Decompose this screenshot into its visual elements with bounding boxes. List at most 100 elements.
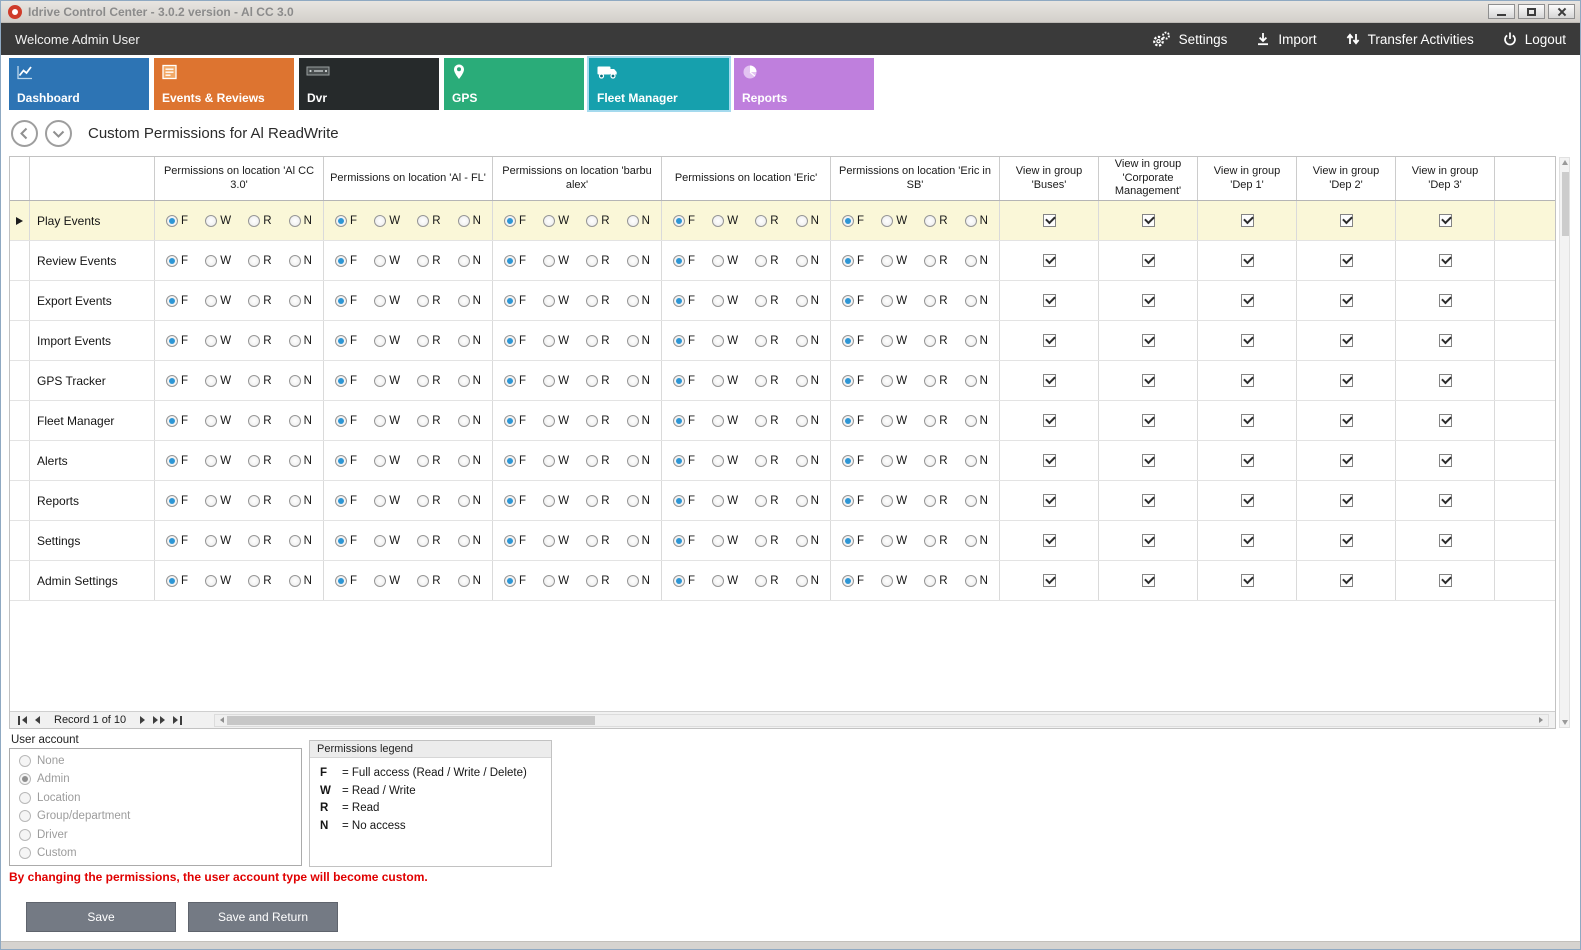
radio-option-f[interactable]: F	[166, 335, 188, 347]
checkbox-checked-icon[interactable]	[1340, 454, 1353, 467]
checkbox-checked-icon[interactable]	[1439, 534, 1452, 547]
checkbox-checked-icon[interactable]	[1043, 294, 1056, 307]
radio-option-n[interactable]: N	[458, 335, 481, 347]
radio-option-w[interactable]: W	[543, 535, 569, 547]
pager-first-button[interactable]	[14, 716, 31, 725]
checkbox-checked-icon[interactable]	[1142, 294, 1155, 307]
radio-option-r[interactable]: R	[924, 575, 947, 587]
radio-option-w[interactable]: W	[712, 495, 738, 507]
radio-option-f[interactable]: F	[673, 215, 695, 227]
radio-option-f[interactable]: F	[166, 295, 188, 307]
radio-option-f[interactable]: F	[166, 375, 188, 387]
radio-option-f[interactable]: F	[166, 415, 188, 427]
checkbox-checked-icon[interactable]	[1142, 454, 1155, 467]
maximize-button[interactable]	[1518, 4, 1545, 19]
radio-option-w[interactable]: W	[205, 415, 231, 427]
grid-row-admin-settings[interactable]: Admin SettingsFWRNFWRNFWRNFWRNFWRN	[10, 561, 1555, 601]
radio-option-n[interactable]: N	[965, 495, 988, 507]
radio-option-n[interactable]: N	[796, 455, 819, 467]
radio-option-n[interactable]: N	[796, 335, 819, 347]
radio-option-r[interactable]: R	[417, 375, 440, 387]
radio-option-n[interactable]: N	[796, 255, 819, 267]
radio-option-f[interactable]: F	[504, 455, 526, 467]
radio-option-w[interactable]: W	[374, 255, 400, 267]
checkbox-checked-icon[interactable]	[1043, 534, 1056, 547]
radio-option-n[interactable]: N	[627, 255, 650, 267]
radio-option-n[interactable]: N	[965, 215, 988, 227]
pager-prev-button[interactable]	[31, 716, 44, 724]
checkbox-checked-icon[interactable]	[1043, 494, 1056, 507]
down-button[interactable]	[45, 120, 72, 147]
checkbox-checked-icon[interactable]	[1241, 574, 1254, 587]
radio-option-f[interactable]: F	[504, 535, 526, 547]
radio-option-f[interactable]: F	[166, 455, 188, 467]
radio-option-n[interactable]: N	[458, 375, 481, 387]
user-account-option-driver[interactable]: Driver	[19, 829, 292, 841]
topbar-action-settings[interactable]: Settings	[1151, 31, 1228, 48]
radio-option-n[interactable]: N	[458, 415, 481, 427]
checkbox-checked-icon[interactable]	[1142, 494, 1155, 507]
radio-option-n[interactable]: N	[965, 415, 988, 427]
radio-option-r[interactable]: R	[924, 535, 947, 547]
vertical-scrollbar[interactable]	[1559, 157, 1570, 728]
radio-option-n[interactable]: N	[796, 415, 819, 427]
checkbox-checked-icon[interactable]	[1340, 254, 1353, 267]
radio-option-f[interactable]: F	[673, 375, 695, 387]
radio-option-n[interactable]: N	[289, 415, 312, 427]
radio-option-n[interactable]: N	[289, 295, 312, 307]
radio-option-w[interactable]: W	[881, 335, 907, 347]
radio-option-f[interactable]: F	[673, 255, 695, 267]
radio-option-f[interactable]: F	[504, 215, 526, 227]
radio-option-r[interactable]: R	[586, 575, 609, 587]
checkbox-checked-icon[interactable]	[1241, 374, 1254, 387]
radio-option-r[interactable]: R	[924, 295, 947, 307]
hscroll-thumb[interactable]	[227, 716, 595, 725]
radio-option-w[interactable]: W	[205, 375, 231, 387]
radio-option-r[interactable]: R	[417, 215, 440, 227]
checkbox-checked-icon[interactable]	[1241, 334, 1254, 347]
radio-option-w[interactable]: W	[543, 255, 569, 267]
tab-events-reviews[interactable]: Events & Reviews	[154, 58, 294, 110]
radio-option-r[interactable]: R	[924, 375, 947, 387]
radio-option-n[interactable]: N	[796, 375, 819, 387]
checkbox-checked-icon[interactable]	[1340, 574, 1353, 587]
radio-option-r[interactable]: R	[417, 535, 440, 547]
radio-option-w[interactable]: W	[374, 215, 400, 227]
grid-row-import-events[interactable]: Import EventsFWRNFWRNFWRNFWRNFWRN	[10, 321, 1555, 361]
checkbox-checked-icon[interactable]	[1340, 294, 1353, 307]
radio-option-f[interactable]: F	[842, 295, 864, 307]
checkbox-checked-icon[interactable]	[1043, 254, 1056, 267]
radio-option-r[interactable]: R	[755, 335, 778, 347]
radio-option-w[interactable]: W	[205, 335, 231, 347]
radio-option-n[interactable]: N	[289, 455, 312, 467]
radio-option-n[interactable]: N	[627, 575, 650, 587]
radio-option-r[interactable]: R	[755, 415, 778, 427]
radio-option-r[interactable]: R	[755, 495, 778, 507]
radio-option-r[interactable]: R	[248, 335, 271, 347]
radio-option-n[interactable]: N	[289, 375, 312, 387]
checkbox-checked-icon[interactable]	[1340, 534, 1353, 547]
radio-option-f[interactable]: F	[335, 295, 357, 307]
checkbox-checked-icon[interactable]	[1439, 254, 1452, 267]
hscroll-left-arrow-icon[interactable]	[220, 717, 224, 723]
checkbox-checked-icon[interactable]	[1340, 334, 1353, 347]
radio-option-n[interactable]: N	[458, 455, 481, 467]
radio-option-n[interactable]: N	[627, 415, 650, 427]
radio-option-r[interactable]: R	[417, 455, 440, 467]
radio-option-n[interactable]: N	[965, 295, 988, 307]
checkbox-checked-icon[interactable]	[1241, 294, 1254, 307]
radio-option-n[interactable]: N	[965, 575, 988, 587]
radio-option-w[interactable]: W	[712, 295, 738, 307]
checkbox-checked-icon[interactable]	[1241, 494, 1254, 507]
radio-option-r[interactable]: R	[248, 255, 271, 267]
checkbox-checked-icon[interactable]	[1340, 494, 1353, 507]
radio-option-w[interactable]: W	[712, 415, 738, 427]
hscroll-right-arrow-icon[interactable]	[1539, 717, 1543, 723]
radio-option-w[interactable]: W	[881, 575, 907, 587]
topbar-action-import[interactable]: Import	[1255, 31, 1316, 47]
checkbox-checked-icon[interactable]	[1142, 574, 1155, 587]
radio-option-w[interactable]: W	[881, 535, 907, 547]
radio-option-n[interactable]: N	[796, 295, 819, 307]
radio-option-r[interactable]: R	[417, 295, 440, 307]
radio-option-f[interactable]: F	[166, 495, 188, 507]
